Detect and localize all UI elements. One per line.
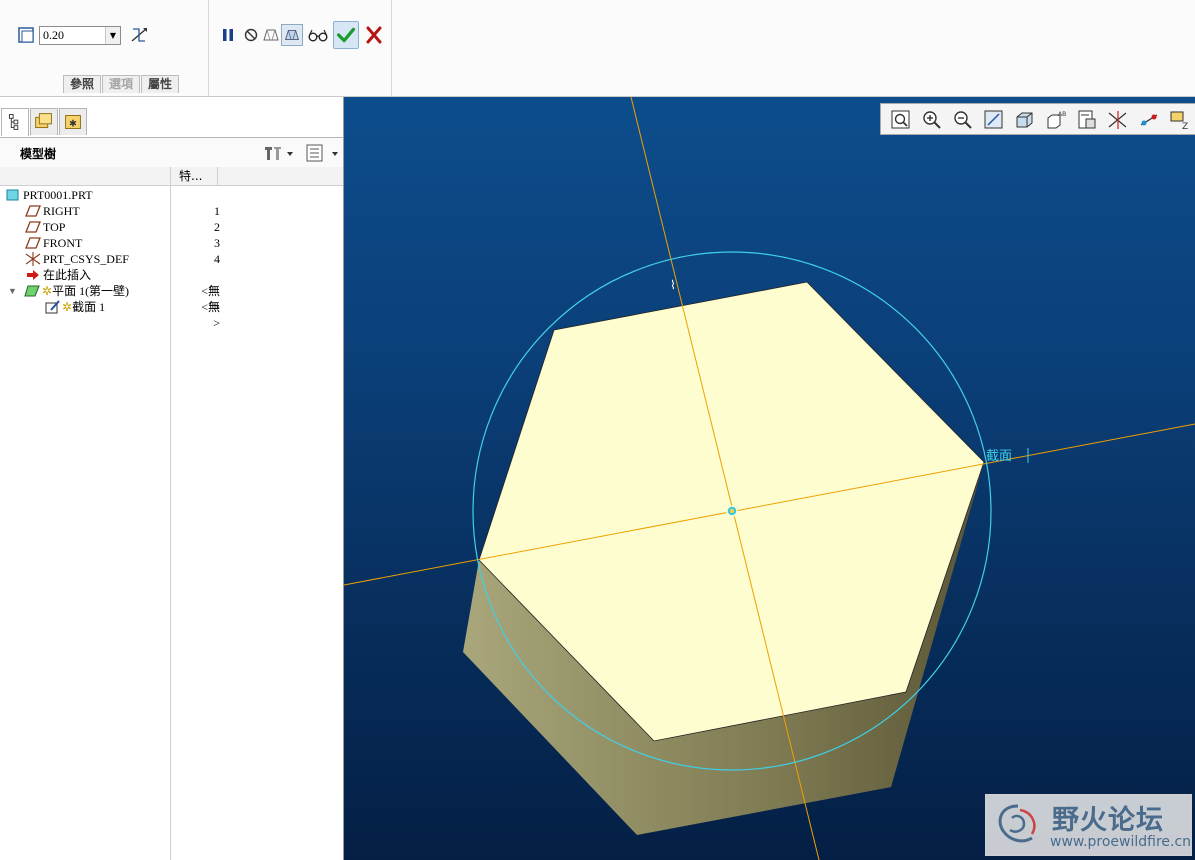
tab-properties[interactable]: 屬性 (141, 75, 180, 93)
tree-row-front[interactable]: FRONT 3 (0, 235, 343, 251)
tree-item-label: PRT0001.PRT (23, 188, 93, 202)
tree-item-label: 在此插入 (43, 268, 92, 282)
tree-item-label: FRONT (43, 236, 83, 250)
watermark-logo (998, 804, 1036, 843)
checkmark-icon (336, 27, 356, 43)
tree-row-csys[interactable]: PRT_CSYS_DEF 4 (0, 251, 343, 267)
center-point-marker (726, 505, 738, 517)
datum-plane-icon (25, 205, 41, 217)
verify-preview-icon[interactable] (281, 24, 303, 46)
svg-text:✱: ✱ (69, 119, 77, 130)
model-viewport[interactable]: ⌇ 截面 (344, 97, 1195, 860)
watermark-title: 野火论坛 (1052, 805, 1164, 836)
apply-button[interactable] (333, 21, 359, 49)
model-tree-title: 模型樹 (20, 147, 57, 161)
tab-options[interactable]: 選項 (102, 75, 141, 93)
feature-dashboard: 0.20 ▼ 參照 選項 屬性 (0, 0, 1195, 97)
part-icon (6, 189, 19, 201)
watermark-url: www.proewildfire.cn (1050, 834, 1192, 850)
zoom-in-icon[interactable] (920, 109, 944, 131)
tab-folder-browser[interactable] (30, 108, 58, 135)
tree-row-top[interactable]: TOP 2 (0, 219, 343, 235)
chevron-down-icon[interactable]: ▼ (105, 27, 120, 44)
saved-orientations-icon[interactable]: AB (1044, 109, 1068, 131)
refit-icon[interactable] (889, 109, 913, 131)
tree-row-insert-here[interactable]: 在此插入 (0, 267, 343, 283)
no-preview-icon[interactable] (242, 24, 260, 46)
sheetmetal-wall-icon (24, 285, 40, 297)
tree-icon (8, 114, 19, 130)
section-label[interactable]: 截面 (986, 449, 1012, 464)
svg-text:Z: Z (1182, 122, 1188, 131)
tree-item-number: <無> (201, 300, 220, 330)
display-style-icon[interactable] (1013, 109, 1037, 131)
datum-axis-display-icon[interactable] (1137, 109, 1161, 131)
tab-favorites[interactable]: ✱ (59, 108, 87, 135)
graphics-window[interactable]: ⌇ 截面 AB Z (344, 97, 1195, 860)
dashboard-control-section (209, 0, 392, 96)
dashboard-options-section: 0.20 ▼ 參照 選項 屬性 (0, 0, 209, 96)
view-toolbar: AB Z (880, 103, 1195, 135)
datum-display-icon[interactable] (1106, 109, 1130, 131)
tree-item-number: 2 (214, 220, 220, 234)
thickness-icon (18, 27, 34, 43)
tree-item-number: 1 (214, 204, 220, 218)
thickness-input[interactable]: 0.20 ▼ (39, 26, 121, 45)
close-icon[interactable] (363, 24, 385, 46)
pause-icon[interactable] (219, 24, 237, 46)
tree-item-number: 3 (214, 236, 220, 250)
glasses-icon[interactable] (307, 24, 329, 46)
watermark: 野火论坛 www.proewildfire.cn (985, 794, 1192, 856)
datum-plane-icon (25, 221, 41, 233)
tree-item-label: ✲截面 1 (62, 300, 106, 314)
view-manager-icon[interactable] (1075, 109, 1099, 131)
repaint-icon[interactable] (982, 109, 1006, 131)
coordinate-system-icon (25, 252, 41, 266)
folder-icon (35, 113, 52, 129)
collapse-arrow-icon[interactable]: ▼ (8, 283, 17, 299)
tab-model-tree[interactable] (1, 108, 29, 136)
tree-row-part[interactable]: PRT0001.PRT (0, 187, 343, 203)
tree-row-planar-wall[interactable]: ▼ ✲平面 1(第一壁) <無> (0, 283, 343, 314)
thickness-value: 0.20 (43, 28, 64, 42)
navigator-panel: ✱ 模型樹 特... PRT0001.PRT RIGHT 1 TOP 2 FRO… (0, 97, 344, 860)
datum-plane-icon (25, 237, 41, 249)
tab-references[interactable]: 參照 (63, 75, 102, 93)
model-tree-header: 模型樹 (0, 137, 343, 168)
tree-item-label: TOP (43, 220, 66, 234)
datum-point-display-icon[interactable]: Z (1168, 109, 1192, 131)
column-name[interactable] (0, 167, 171, 185)
tree-item-label: PRT_CSYS_DEF (43, 252, 129, 266)
tree-column-header: 特... (0, 167, 343, 186)
tree-item-label: RIGHT (43, 204, 80, 218)
tree-item-number: 4 (214, 252, 220, 266)
tree-show-icon[interactable] (305, 143, 341, 163)
tree-row-section[interactable]: ✲截面 1 <無> (0, 299, 343, 330)
sketch-icon (45, 300, 60, 314)
flip-direction-icon[interactable] (129, 26, 149, 44)
dashboard-tabs: 參照 選項 屬性 (63, 75, 180, 94)
circle-marker-glyph: ⌇ (670, 278, 676, 292)
favorites-folder-icon: ✱ (65, 115, 81, 130)
tree-settings-icon[interactable] (262, 143, 294, 163)
tree-row-right[interactable]: RIGHT 1 (0, 203, 343, 219)
column-feature-number[interactable]: 特... (171, 167, 218, 185)
zoom-out-icon[interactable] (951, 109, 975, 131)
svg-text:AB: AB (1058, 111, 1066, 118)
tree-item-label: ✲平面 1(第一壁) (42, 284, 130, 298)
preview-wire-icon[interactable] (261, 24, 281, 46)
arrow-right-icon (27, 270, 39, 280)
